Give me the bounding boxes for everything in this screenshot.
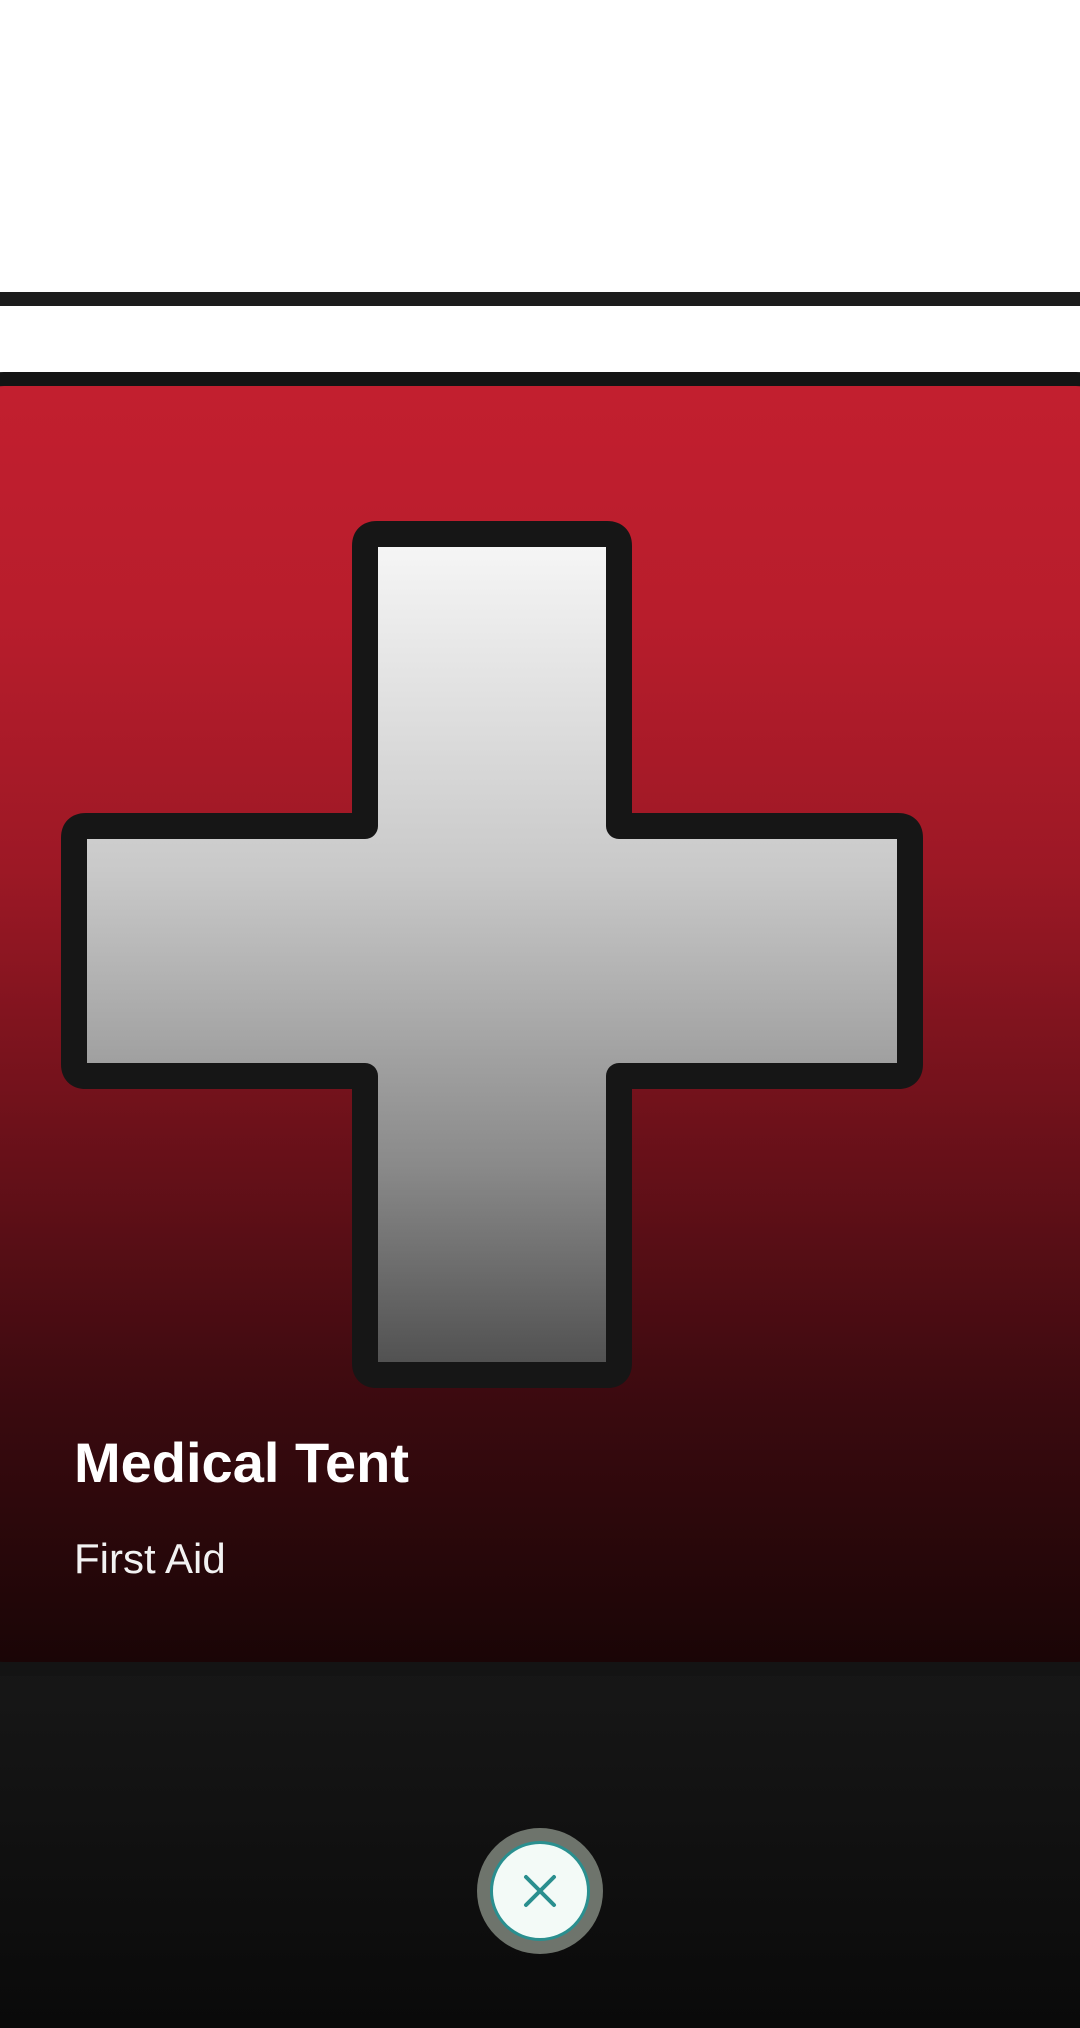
card-subtitle: First Aid: [74, 1535, 226, 1582]
card-title: Medical Tent: [74, 1431, 410, 1494]
item-card: Medical Tent First Aid: [0, 372, 1080, 1676]
close-button-face: [490, 1841, 590, 1941]
screen: Medical Tent First Aid: [0, 0, 1080, 2028]
close-button[interactable]: [477, 1828, 603, 1954]
close-icon: [524, 1875, 556, 1907]
top-blank-area: [0, 0, 1080, 290]
